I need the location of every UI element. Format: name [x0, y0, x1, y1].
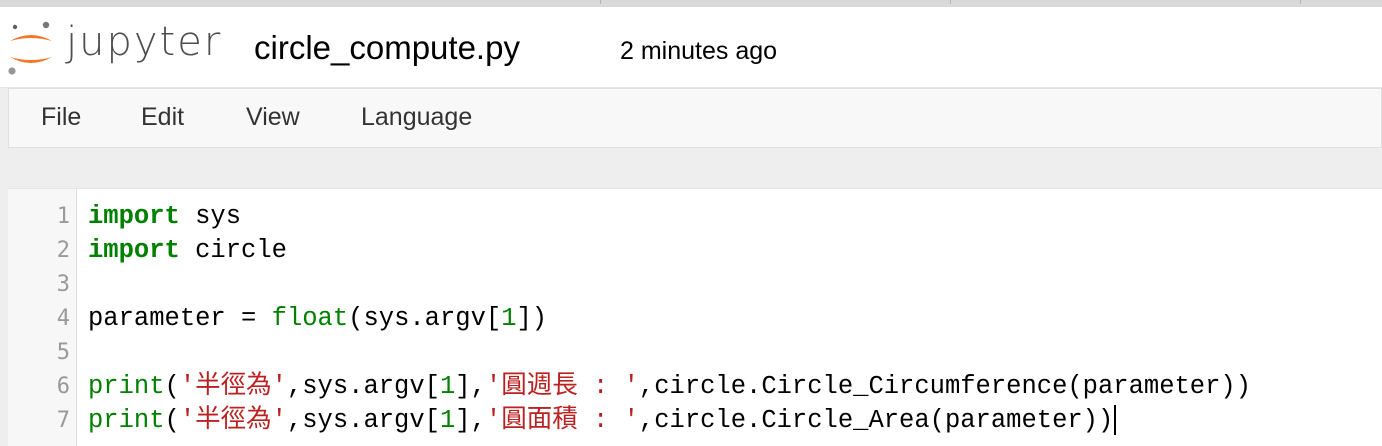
browser-tab[interactable] — [600, 0, 951, 4]
menu-bar: File Edit View Language — [8, 88, 1382, 148]
browser-tab[interactable] — [0, 0, 601, 4]
code-text: ,circle.Circle_Circumference(parameter)) — [638, 372, 1252, 401]
keyword: import — [88, 202, 180, 231]
code-text: ( — [164, 372, 180, 401]
text-cursor — [1114, 405, 1117, 436]
code-line[interactable]: print('半徑為',sys.argv[1],'圓面積 : ',circle.… — [88, 404, 1117, 438]
string-literal: '半徑為' — [179, 372, 287, 401]
code-text: sys — [179, 202, 242, 231]
code-line[interactable]: import circle — [88, 234, 287, 268]
line-number: 1 — [56, 204, 70, 229]
code-text: ], — [455, 406, 486, 435]
line-number: 2 — [56, 238, 70, 263]
string-literal: '圓面積 : ' — [485, 406, 639, 435]
code-text: ,sys.argv[ — [286, 372, 440, 401]
jupyter-logo-icon[interactable] — [6, 17, 56, 79]
builtin-function: float — [271, 304, 349, 333]
browser-top-strip — [0, 0, 1382, 7]
keyword: import — [88, 236, 180, 265]
builtin-function: print — [88, 372, 165, 401]
code-line[interactable]: import sys — [88, 200, 241, 234]
line-number: 5 — [56, 340, 70, 365]
line-number: 3 — [56, 272, 70, 297]
code-text: circle — [179, 236, 287, 265]
line-number: 7 — [56, 408, 70, 433]
code-text: ,circle.Circle_Area(parameter)) — [638, 406, 1114, 435]
code-line[interactable]: parameter = float(sys.argv[1]) — [88, 302, 547, 336]
line-number: 6 — [56, 374, 70, 399]
last-saved-status: 2 minutes ago — [620, 37, 778, 65]
number-literal: 1 — [439, 406, 456, 435]
header: jupyter circle_compute.py 2 minutes ago — [0, 7, 1382, 88]
line-number: 4 — [56, 306, 70, 331]
code-text: parameter = — [88, 304, 272, 333]
code-text: ,sys.argv[ — [286, 406, 440, 435]
number-literal: 1 — [501, 304, 517, 333]
builtin-function: print — [88, 406, 165, 435]
menu-edit[interactable]: Edit — [141, 103, 184, 132]
line-number-gutter: 1 2 3 4 5 6 7 — [8, 189, 77, 446]
menu-file[interactable]: File — [41, 103, 81, 132]
file-name[interactable]: circle_compute.py — [254, 29, 520, 67]
menu-view[interactable]: View — [246, 103, 300, 132]
string-literal: '半徑為' — [179, 406, 287, 435]
string-literal: '圓週長 : ' — [485, 372, 639, 401]
code-text: ( — [164, 406, 180, 435]
code-text: ]) — [516, 304, 548, 333]
code-text: ], — [455, 372, 486, 401]
code-area[interactable]: import sys import circle parameter = flo… — [88, 189, 1378, 446]
code-editor[interactable]: 1 2 3 4 5 6 7 import sys import circle p… — [8, 188, 1382, 446]
code-line[interactable]: print('半徑為',sys.argv[1],'圓週長 : ',circle.… — [88, 370, 1251, 404]
number-literal: 1 — [439, 372, 456, 401]
browser-tab[interactable] — [950, 0, 1301, 4]
code-text: (sys.argv[ — [348, 304, 502, 333]
menu-language[interactable]: Language — [361, 103, 472, 132]
jupyter-logo-text[interactable]: jupyter — [66, 19, 222, 65]
